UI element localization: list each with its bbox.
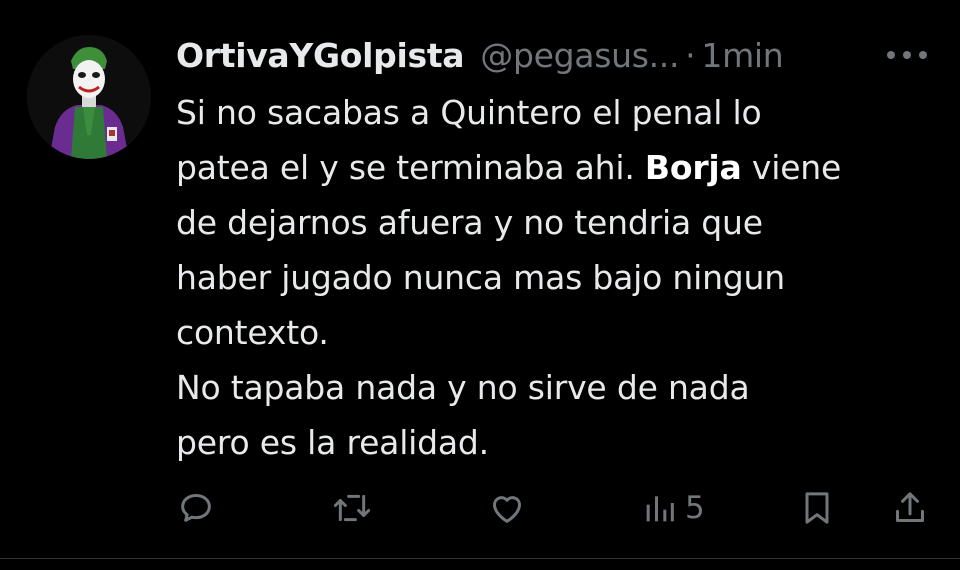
tweet-line: Si no sacabas a Quintero el penal lo [176,93,762,132]
bookmark-icon [805,492,829,524]
tweet-line: pero es la realidad. [176,423,489,462]
avatar-joker-image [27,35,151,159]
bar-chart-icon [646,496,674,522]
share-button[interactable] [890,480,930,536]
timestamp[interactable]: 1min [701,36,783,75]
avatar[interactable] [27,35,151,159]
more-horizontal-icon [887,51,927,59]
tweet-line: de dejarnos afuera y no tendria que [176,203,763,242]
author-handle[interactable]: @pegasus... [480,36,679,75]
tweet-line: haber jugado nunca mas bajo ningun [176,258,785,297]
author-name[interactable]: OrtivaYGolpista [176,36,465,75]
retweet-icon [333,494,371,522]
bold-mention: Borja [644,148,742,187]
tweet-line: patea el y se terminaba ahi. Borja viene [176,148,842,187]
reply-button[interactable] [176,480,216,536]
tweet-line: contexto. [176,313,329,352]
speech-bubble-icon [181,494,211,522]
separator-dot: · [685,35,696,75]
tweet-text: Si no sacabas a Quintero el penal lo pat… [176,85,946,470]
bookmark-button[interactable] [800,480,834,536]
tweet-line: No tapaba nada y no sirve de nada [176,368,750,407]
retweet-button[interactable] [330,480,374,536]
heart-icon [493,496,521,523]
bottom-divider [0,558,960,559]
more-button[interactable] [882,40,932,70]
tweet-action-bar: 5 [0,480,960,536]
like-button[interactable] [486,480,528,536]
views-count: 5 [685,490,705,526]
share-upload-icon [896,492,924,522]
views-button[interactable]: 5 [643,480,705,536]
tweet-header: OrtivaYGolpista @pegasus... · 1min [176,28,784,82]
